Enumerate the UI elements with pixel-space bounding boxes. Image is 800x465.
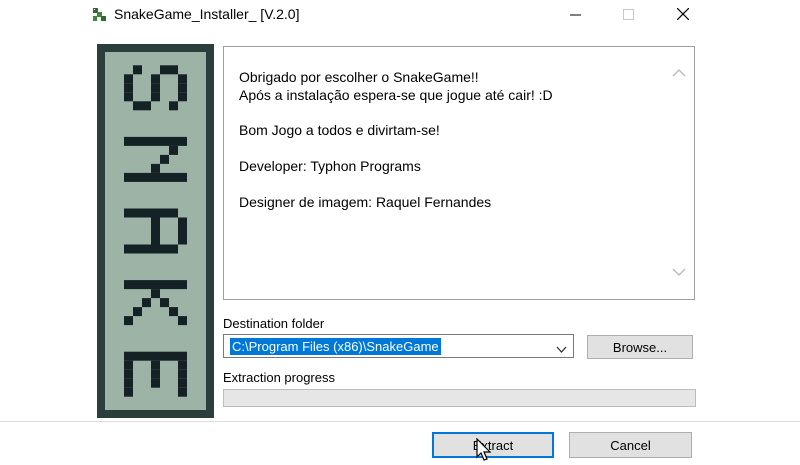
extraction-progress-bar (223, 389, 696, 407)
snake-logo (124, 65, 187, 397)
title-bar[interactable]: SnakeGame_Installer_ [V.2.0] (0, 0, 800, 30)
logo-letter-e (124, 351, 187, 397)
logo-letter-a (124, 208, 187, 254)
browse-button[interactable]: Browse... (587, 335, 693, 359)
minimize-icon (569, 8, 581, 23)
message-line: Developer: Typhon Programs (239, 158, 421, 174)
snake-banner-image (97, 44, 214, 418)
logo-letter-k (124, 280, 187, 326)
chevron-down-icon[interactable] (556, 341, 567, 356)
message-line: Designer de imagem: Raquel Fernandes (239, 194, 492, 210)
scroll-down-icon[interactable] (672, 265, 686, 280)
close-button[interactable] (660, 0, 706, 30)
snake-app-icon (91, 6, 108, 23)
maximize-icon (622, 8, 634, 23)
maximize-button (605, 0, 651, 30)
extraction-progress-label: Extraction progress (223, 370, 335, 385)
extract-button[interactable]: Extract (432, 432, 554, 458)
message-line: Após a instalação espera-se que jogue at… (239, 87, 553, 103)
close-icon (676, 7, 690, 23)
logo-letter-n (124, 136, 187, 182)
destination-folder-value[interactable]: C:\Program Files (x86)\SnakeGame (230, 338, 441, 355)
message-line: Obrigado por escolher o SnakeGame!! (239, 69, 479, 85)
scroll-up-icon[interactable] (672, 65, 686, 80)
destination-folder-label: Destination folder (223, 316, 325, 331)
destination-folder-combobox[interactable]: C:\Program Files (x86)\SnakeGame (223, 334, 574, 358)
readme-textbox[interactable]: Obrigado por escolher o SnakeGame!! Após… (223, 46, 695, 300)
mouse-cursor-icon (476, 437, 492, 465)
window-title: SnakeGame_Installer_ [V.2.0] (114, 6, 300, 22)
minimize-button[interactable] (552, 0, 598, 30)
cancel-button[interactable]: Cancel (569, 432, 692, 458)
logo-letter-s (124, 65, 187, 111)
message-line: Bom Jogo a todos e divirtam-se! (239, 122, 440, 138)
